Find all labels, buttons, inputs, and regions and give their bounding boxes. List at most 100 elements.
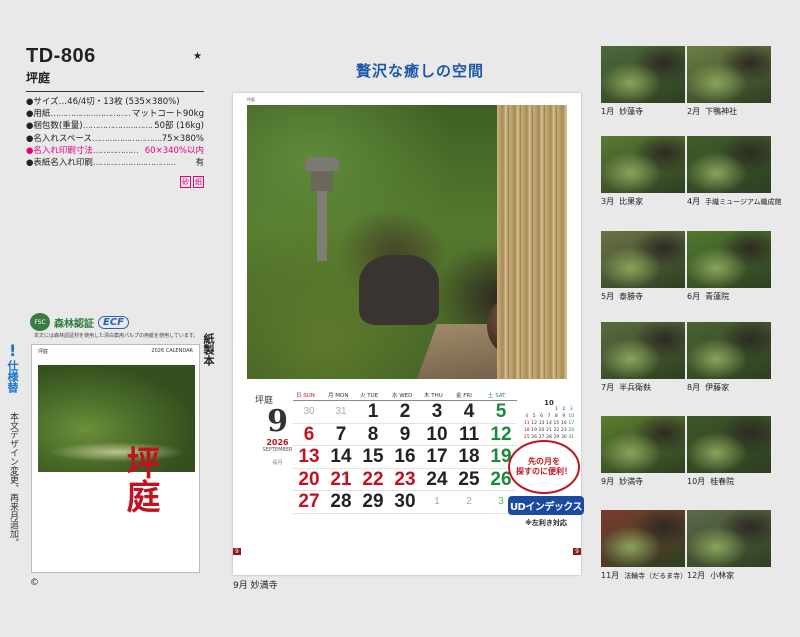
thumbnail-month: 10月: [687, 477, 706, 486]
day-cell: 13: [293, 446, 325, 469]
weekday-label: 木 THU: [424, 393, 443, 399]
day-cell: 5: [485, 401, 517, 424]
thumbnail-place: 小林家: [710, 571, 735, 580]
weekday-label: 水 WED: [392, 393, 413, 399]
thumbnail-caption: 4月 手織ミュージアム織成館: [687, 196, 781, 207]
mini-day: 24: [568, 428, 575, 433]
day-cell: 17: [421, 446, 453, 469]
day-cell: 2: [453, 491, 485, 514]
thumbnail-month: 4月: [687, 197, 701, 206]
thumbnail-caption: 9月 妙満寺: [601, 476, 643, 487]
weekday-header: 日 SUN 月 MON 火 TUE 水 WED 木 THU 金 FRI 土 SAT: [293, 391, 517, 401]
day-cell: 7: [325, 424, 357, 446]
day-cell: 8: [357, 424, 389, 446]
day-cell: 22: [357, 469, 389, 491]
exclamation-icon: !: [9, 341, 17, 360]
mini-day: 2: [562, 407, 566, 412]
thumbnail-place: 青蓮院: [705, 292, 730, 301]
product-code: TD-806: [26, 45, 96, 67]
mini-day: 17: [568, 421, 575, 426]
mini-day: 21: [546, 428, 552, 433]
month-thumbnail: [687, 231, 771, 288]
headline: 贅沢な癒しの空間: [355, 62, 484, 80]
day-cell: 23: [389, 469, 421, 491]
day-cell: 10: [421, 424, 453, 446]
certification-badges: FSC 森林認証 ECF: [30, 313, 130, 331]
divider: [26, 91, 204, 92]
spec-item: ●サイズ…46/4切・13枚 (535×380%): [26, 97, 180, 107]
thumbnail-place: 泰勝寺: [619, 292, 644, 301]
mini-day: 14: [546, 421, 552, 426]
thumbnail-month: 3月: [601, 197, 615, 206]
mini-day: 15: [553, 421, 560, 426]
thumbnail-month: 12月: [687, 571, 706, 580]
stamp: 砂: [180, 176, 191, 188]
spec-item: ●用紙…………………………… マットコート90kg: [26, 109, 204, 120]
mini-day: 11: [523, 421, 530, 426]
star-icon: ★: [193, 51, 202, 62]
mini-day: 4: [525, 414, 529, 419]
cover-header: 坪庭 2026 CALENDAR: [38, 348, 193, 355]
stamp-group: 砂 紙: [180, 176, 204, 188]
thumbnail-caption: 2月 下鴨神社: [687, 106, 737, 117]
thumbnail-caption: 10月 桂春院: [687, 476, 734, 487]
fsc-logo-icon: FSC: [30, 313, 50, 331]
month-thumbnail: [601, 136, 685, 193]
ud-index-label: UDインデックス: [508, 496, 584, 515]
garden-thumbnail-photo: [601, 416, 685, 473]
thumbnail-place: 下鴨神社: [705, 107, 738, 116]
month-thumbnail: [687, 322, 771, 379]
day-cells: 30 31 1 2 3 4 5 6 7 8 9 10 11 12 13 14 15 16 17 18 19 20 21 22 2…: [293, 401, 517, 514]
month-thumbnail: [601, 510, 685, 567]
day-cell: 1: [357, 401, 389, 424]
ud-index-tab-left: 9: [233, 548, 241, 555]
thumbnail-caption: 7月 半兵衛麸: [601, 382, 651, 393]
garden-thumbnail-photo: [601, 136, 685, 193]
thumbnail-month: 11月: [601, 571, 620, 580]
spec-change-body: 本文デザイン変更、再来月追加。: [8, 412, 18, 547]
thumbnail-month: 8月: [687, 383, 701, 392]
day-cell: 30: [293, 401, 325, 424]
thumbnail-caption: 3月 比果家: [601, 196, 643, 207]
garden-thumbnail-photo: [687, 322, 771, 379]
calendar-grid: 日 SUN 月 MON 火 TUE 水 WED 木 THU 金 FRI 土 SAT 30 31…: [293, 391, 517, 514]
day-cell: 30: [389, 491, 421, 514]
mini-day: 10: [568, 414, 575, 419]
copyright-mark: ©: [30, 578, 39, 588]
spec-panel: TD-806 ★ 坪庭 ●サイズ…46/4切・13枚 (535×380%) ●用…: [26, 45, 204, 188]
poster-header: 坪庭: [247, 97, 255, 102]
day-cell: 29: [357, 491, 389, 514]
spec-item-highlight: ●名入れ印刷寸法……………… 60×340%以内: [26, 145, 204, 156]
paper-note: 本文には森林認証材を使用した漂白薬用パルプの用紙を使用しています。: [34, 333, 199, 339]
garden-thumbnail-photo: [687, 416, 771, 473]
garden-thumbnail-photo: [601, 510, 685, 567]
weekday-label: 金 FRI: [456, 393, 472, 399]
garden-thumbnail-photo: [687, 136, 771, 193]
weekday-label: 日 SUN: [296, 393, 315, 399]
cover-title: 坪庭: [120, 445, 160, 513]
spec-change-title: 仕様替: [6, 360, 19, 393]
spec-item: ●名入れスペース……………………………75×380%: [26, 133, 204, 144]
mini-day: 1: [554, 407, 558, 412]
mini-day: [523, 407, 530, 412]
day-cell: 27: [293, 491, 325, 514]
mini-day: 19: [531, 428, 537, 433]
month-thumbnail: [687, 416, 771, 473]
day-cell: 15: [357, 446, 389, 469]
day-cell: 28: [325, 491, 357, 514]
mini-day: 12: [531, 421, 537, 426]
thumbnail-place: 妙蓮寺: [619, 107, 644, 116]
day-cell: 16: [389, 446, 421, 469]
day-cell: 9: [389, 424, 421, 446]
stone-lantern-shape: [305, 145, 339, 265]
day-cell: 20: [293, 469, 325, 491]
day-cell: 2: [389, 401, 421, 424]
month-thumbnail: [687, 510, 771, 567]
mini-day: 22: [553, 428, 560, 433]
main-caption: 9月 妙満寺: [233, 581, 278, 591]
day-cell: 6: [293, 424, 325, 446]
thumbnail-place: 法輪寺（だるま寺）: [624, 572, 688, 580]
garden-thumbnail-photo: [601, 231, 685, 288]
weekday-label: 土 SAT: [488, 393, 506, 399]
forest-cert-label: 森林認証: [54, 318, 94, 330]
